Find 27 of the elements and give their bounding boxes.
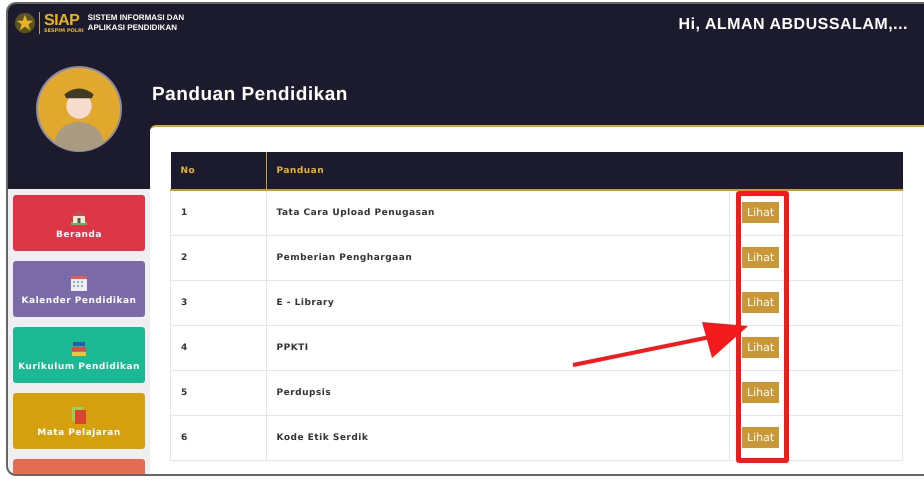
table-cell: 1 [170,190,266,235]
sidebar-item[interactable]: Beranda [13,195,145,251]
view-button[interactable]: Lihat [742,202,780,224]
table-cell: 6 [170,415,266,460]
table-cell: 2 [170,235,266,280]
view-button[interactable]: Lihat [742,427,780,448]
table-cell: 4 [170,325,266,370]
table-cell: Perdupsis [266,370,730,415]
view-button[interactable]: Lihat [742,337,780,358]
column-header: Panduan [266,152,730,190]
table-cell: Tata Cara Upload Penugasan [266,190,730,235]
page-title: Panduan Pendidikan [151,83,349,107]
table-cell: Kode Etik Serdik [266,415,730,460]
view-button[interactable]: Lihat [742,382,780,403]
table-cell: 5 [170,370,266,415]
app-name: APLIKASI PENDIDIKAN [88,23,178,33]
sidebar-item[interactable]: Kurikulum Pendidikan [13,327,145,383]
table-cell: Pemberian Penghargaan [266,235,730,280]
user-greeting: Hi, ALMAN ABDUSSALAM,... [678,16,908,34]
app-name: SISTEM INFORMASI DAN [88,13,184,23]
view-button[interactable]: Lihat [742,292,780,313]
sidebar-item[interactable]: Kalender Pendidikan [13,261,145,317]
logo-text: SIAP [44,12,80,28]
table-cell: 3 [170,280,266,325]
sidebar-item[interactable]: Mata Pelajaran [13,393,145,449]
column-header: No [170,152,266,190]
view-button[interactable]: Lihat [742,247,780,268]
